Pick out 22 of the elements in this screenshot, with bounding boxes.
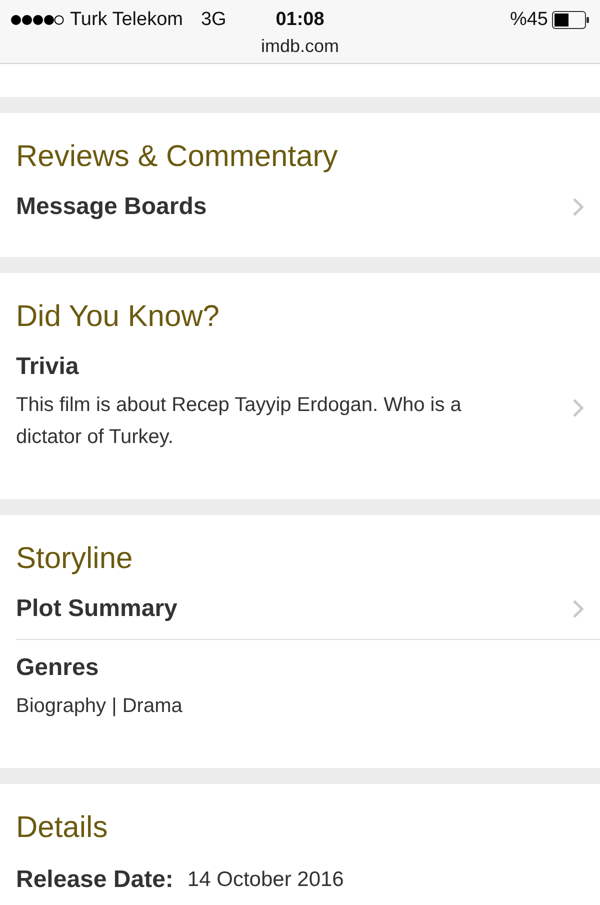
field-label: Release Date: — [16, 865, 174, 895]
list-link[interactable]: Message Boards — [16, 183, 584, 231]
section-heading: Storyline — [16, 541, 134, 577]
section-heading: Reviews & Commentary — [16, 139, 339, 175]
item-text: Biography | Drama — [16, 694, 184, 719]
list-link[interactable]: Plot Summary — [16, 585, 584, 633]
section-heading: Did You Know? — [16, 299, 220, 335]
carrier-name: Turk Telekom — [70, 9, 183, 31]
section-heading: Details — [16, 810, 109, 846]
chevron-icon — [572, 599, 584, 619]
chevron-icon[interactable] — [572, 398, 584, 418]
clock-time: 01:08 — [276, 9, 324, 31]
signal-icon — [10, 14, 64, 26]
item-title: Genres — [16, 653, 99, 683]
battery-percent: %45 — [510, 9, 548, 31]
item-title: Trivia — [16, 352, 79, 382]
network-type: 3G — [200, 9, 226, 31]
chevron-icon — [572, 197, 584, 217]
battery-icon — [552, 11, 590, 29]
address-text[interactable]: imdb.com — [250, 36, 350, 57]
field-value: 14 October 2016 — [187, 868, 344, 892]
item-text: This film is about Recep Tayyip Erdogan. Who is a dictator of Turkey. — [16, 393, 462, 450]
